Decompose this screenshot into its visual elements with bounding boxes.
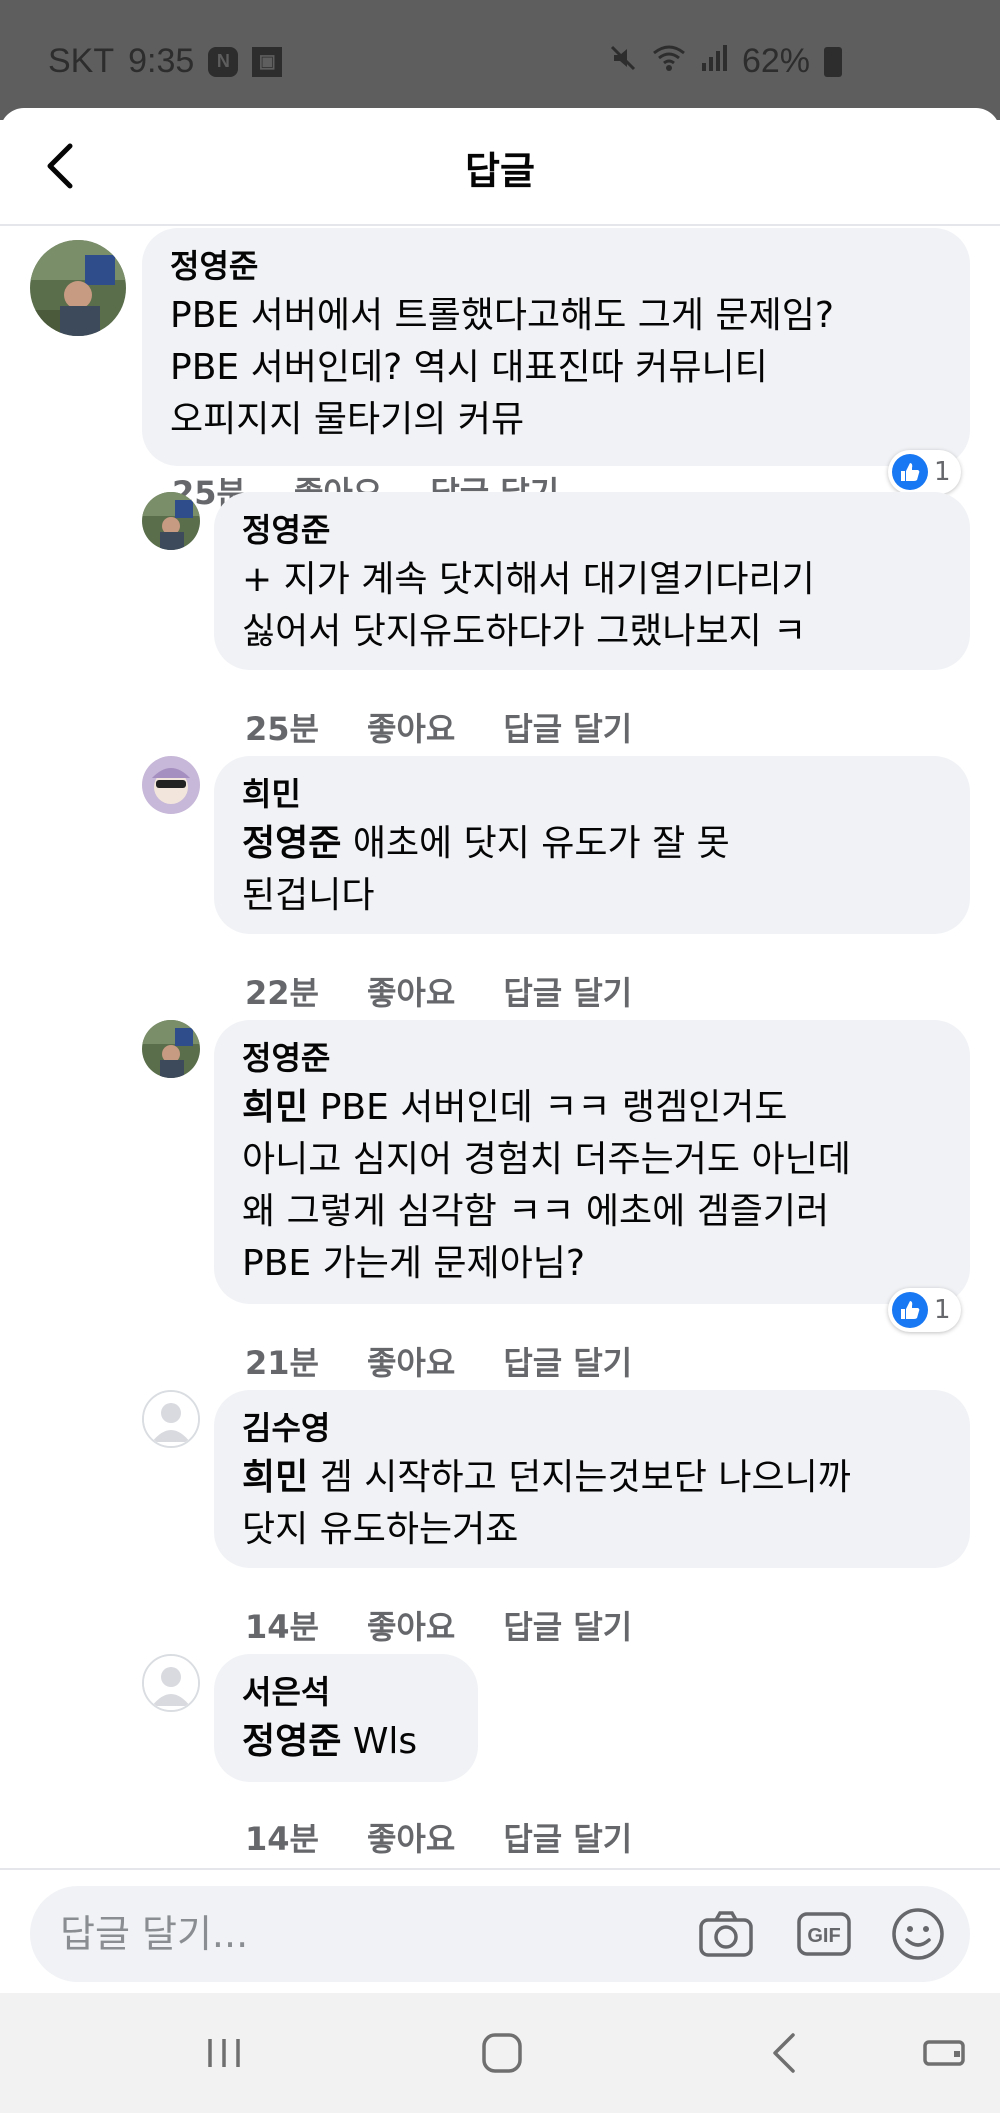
battery-icon xyxy=(824,46,842,77)
comment-text: 정영준 애초에 닷지 유도가 잘 못 된겁니다 xyxy=(242,818,944,922)
carrier-label: SKT xyxy=(48,42,115,80)
comment-actions: 21분 좋아요 답글 달기 xyxy=(245,1338,632,1384)
comment-bubble[interactable]: 김수영 희민 겜 시작하고 던지는것보단 나으니까 닷지 유도하는거죠 xyxy=(214,1390,970,1568)
like-button[interactable]: 좋아요 xyxy=(367,1814,455,1860)
comment-thread[interactable]: 정영준 PBE 서버에서 트롤했다고해도 그게 문제임? PBE 서버인데? 역… xyxy=(0,228,1000,1976)
reaction-badge[interactable]: 1 xyxy=(888,450,961,494)
comment-bubble[interactable]: 정영준 + 지가 계속 닷지해서 대기열기다리기 싫어서 닷지유도하다가 그랬나… xyxy=(214,492,970,670)
avatar[interactable] xyxy=(142,1390,200,1448)
comment-author[interactable]: 정영준 xyxy=(242,508,944,552)
wifi-icon xyxy=(652,43,686,81)
notification-n-icon: N xyxy=(208,46,239,77)
avatar[interactable] xyxy=(142,756,200,814)
composer-field[interactable]: GIF xyxy=(30,1886,970,1982)
mention-link[interactable]: 정영준 xyxy=(242,1721,341,1762)
notification-square-icon: ▣ xyxy=(252,46,283,77)
comment-author[interactable]: 서은석 xyxy=(242,1670,452,1714)
comment-body: Wls xyxy=(341,1721,418,1762)
thumbs-up-icon xyxy=(892,454,928,490)
comment-item: 정영준 희민 PBE 서버인데 ㅋㅋ 랭겜인거도 아니고 심지어 경험치 더주는… xyxy=(0,1020,1000,1390)
comment-body: 겜 시작하고 던지는것보단 나으니까 닷지 유도하는거죠 xyxy=(242,1457,851,1550)
comment-bubble[interactable]: 정영준 PBE 서버에서 트롤했다고해도 그게 문제임? PBE 서버인데? 역… xyxy=(142,228,970,466)
comment-bubble[interactable]: 정영준 희민 PBE 서버인데 ㅋㅋ 랭겜인거도 아니고 심지어 경험치 더주는… xyxy=(214,1020,970,1304)
svg-text:GIF: GIF xyxy=(807,1925,840,1947)
comment-time: 14분 xyxy=(245,1608,319,1646)
avatar[interactable] xyxy=(142,1654,200,1712)
reply-button[interactable]: 답글 달기 xyxy=(503,1602,632,1648)
comment-body: PBE 서버인데 ㅋㅋ 랭겜인거도 아니고 심지어 경험치 더주는거도 아닌데 … xyxy=(242,1087,851,1284)
comment-bubble[interactable]: 서은석 정영준 Wls xyxy=(214,1654,478,1782)
comment-item: 정영준 PBE 서버에서 트롤했다고해도 그게 문제임? PBE 서버인데? 역… xyxy=(0,228,1000,528)
recent-apps-icon[interactable] xyxy=(184,2023,264,2083)
gif-icon[interactable]: GIF xyxy=(794,1904,854,1964)
header: 답글 xyxy=(0,108,1000,226)
comment-author[interactable]: 정영준 xyxy=(242,1036,944,1080)
mention-link[interactable]: 희민 xyxy=(242,1457,308,1498)
mute-icon xyxy=(608,43,638,81)
comment-actions: 14분 좋아요 답글 달기 xyxy=(245,1814,632,1860)
clock: 9:35 xyxy=(128,42,195,80)
comment-author[interactable]: 김수영 xyxy=(242,1406,944,1450)
page-title: 답글 xyxy=(465,149,535,193)
avatar[interactable] xyxy=(142,492,200,550)
back-icon[interactable] xyxy=(744,2023,824,2083)
like-button[interactable]: 좋아요 xyxy=(367,1338,455,1384)
reply-button[interactable]: 답글 달기 xyxy=(503,1814,632,1860)
comment-body: + 지가 계속 닷지해서 대기열기다리기 싫어서 닷지유도하다가 그랬나보지 ㅋ xyxy=(242,559,815,652)
status-left: SKT 9:35 N ▣ xyxy=(48,42,283,81)
comment-author[interactable]: 정영준 xyxy=(170,244,944,288)
reply-button[interactable]: 답글 달기 xyxy=(503,968,632,1014)
comment-text: PBE 서버에서 트롤했다고해도 그게 문제임? PBE 서버인데? 역시 대표… xyxy=(170,290,944,446)
like-button[interactable]: 좋아요 xyxy=(367,1602,455,1648)
comment-time: 22분 xyxy=(245,974,319,1012)
mention-link[interactable]: 희민 xyxy=(242,1087,308,1128)
comment-text: + 지가 계속 닷지해서 대기열기다리기 싫어서 닷지유도하다가 그랬나보지 ㅋ xyxy=(242,554,944,658)
system-nav-bar xyxy=(0,1993,1000,2113)
comment-time: 14분 xyxy=(245,1820,319,1858)
reaction-count: 1 xyxy=(934,1295,951,1325)
reply-input[interactable] xyxy=(60,1906,660,1962)
status-bar: SKT 9:35 N ▣ 62% xyxy=(0,0,1000,120)
comment-text: 희민 PBE 서버인데 ㅋㅋ 랭겜인거도 아니고 심지어 경험치 더주는거도 아… xyxy=(242,1082,944,1290)
comment-time: 21분 xyxy=(245,1344,319,1382)
reply-button[interactable]: 답글 달기 xyxy=(503,704,632,750)
battery-percent: 62% xyxy=(741,42,810,80)
comment-item: 희민 정영준 애초에 닷지 유도가 잘 못 된겁니다 22분 좋아요 답글 달기 xyxy=(0,756,1000,1020)
thumbs-up-icon xyxy=(892,1292,928,1328)
comment-body: PBE 서버에서 트롤했다고해도 그게 문제임? PBE 서버인데? 역시 대표… xyxy=(170,295,834,440)
avatar[interactable] xyxy=(142,1020,200,1078)
rotate-icon[interactable] xyxy=(904,2023,984,2083)
comment-text: 정영준 Wls xyxy=(242,1716,452,1768)
comment-time: 25분 xyxy=(245,710,319,748)
comment-item: 김수영 희민 겜 시작하고 던지는것보단 나으니까 닷지 유도하는거죠 14분 … xyxy=(0,1390,1000,1654)
mention-link[interactable]: 정영준 xyxy=(242,823,341,864)
reply-composer: GIF xyxy=(0,1868,1000,1993)
replies-sheet: 답글 정영준 PBE 서버에서 트롤했다고해도 그게 문제임? PBE 서버인데… xyxy=(0,108,1000,1993)
status-right: 62% xyxy=(608,42,842,81)
reaction-badge[interactable]: 1 xyxy=(888,1288,961,1332)
comment-actions: 14분 좋아요 답글 달기 xyxy=(245,1602,632,1648)
camera-icon[interactable] xyxy=(696,1904,756,1964)
signal-icon xyxy=(700,43,728,81)
comment-author[interactable]: 희민 xyxy=(242,772,944,816)
comment-text: 희민 겜 시작하고 던지는것보단 나으니까 닷지 유도하는거죠 xyxy=(242,1452,944,1556)
comment-actions: 22분 좋아요 답글 달기 xyxy=(245,968,632,1014)
comment-bubble[interactable]: 희민 정영준 애초에 닷지 유도가 잘 못 된겁니다 xyxy=(214,756,970,934)
like-button[interactable]: 좋아요 xyxy=(367,968,455,1014)
emoji-icon[interactable] xyxy=(888,1904,948,1964)
comment-actions: 25분 좋아요 답글 달기 xyxy=(245,704,632,750)
like-button[interactable]: 좋아요 xyxy=(367,704,455,750)
avatar[interactable] xyxy=(30,240,126,336)
comment-item: 정영준 + 지가 계속 닷지해서 대기열기다리기 싫어서 닷지유도하다가 그랬나… xyxy=(0,492,1000,756)
reply-button[interactable]: 답글 달기 xyxy=(503,1338,632,1384)
reaction-count: 1 xyxy=(934,457,951,487)
home-icon[interactable] xyxy=(462,2023,542,2083)
